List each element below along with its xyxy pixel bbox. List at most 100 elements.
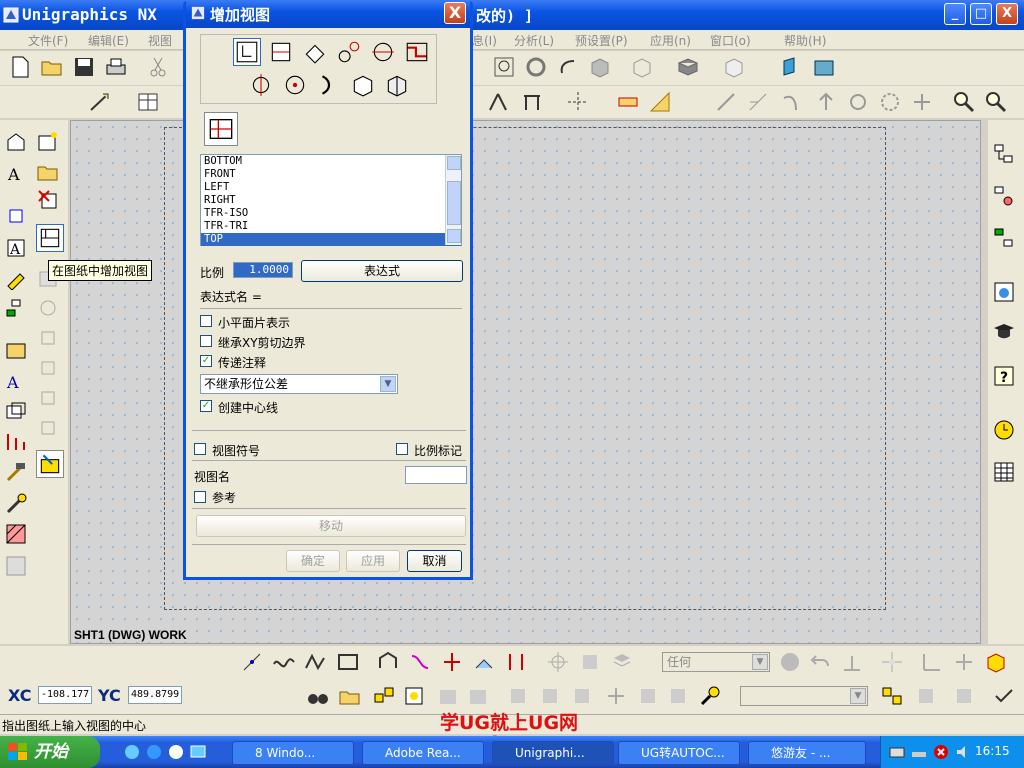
view-list-item[interactable]: TFR-ISO [201,207,461,220]
crosshair-icon[interactable] [546,650,570,674]
minimize-button[interactable]: _ [944,3,966,25]
print-icon[interactable] [104,55,128,79]
orthographic-view-tool[interactable] [267,38,295,66]
section-view-icon[interactable] [36,326,60,350]
view-list[interactable]: BOTTOM FRONT LEFT RIGHT TFR-ISO TFR-TRI … [200,154,462,246]
centerline-icon[interactable] [566,90,590,114]
move-layer-icon[interactable] [880,684,904,708]
delete-sheet-icon[interactable] [36,188,60,212]
plus-icon[interactable] [910,90,934,114]
wireframe-icon[interactable] [630,55,654,79]
gray-stack-icon[interactable] [610,650,634,674]
view-list-item-selected[interactable]: TOP [201,233,461,246]
part-navigator-icon[interactable] [992,184,1016,208]
unfolded-section-tool[interactable] [315,71,343,99]
menu-help[interactable]: 帮助(H) [784,32,826,49]
pan-icon[interactable] [556,55,580,79]
edit-text-icon[interactable]: A [4,236,28,260]
half-section-icon[interactable] [36,356,60,380]
create-centerline-checkbox[interactable]: ✓ [200,400,212,412]
folder-star-icon[interactable] [338,684,362,708]
angle-ruler-icon[interactable] [648,90,672,114]
hatch-icon[interactable] [4,522,28,546]
chevron-down-icon[interactable]: ▼ [850,688,866,704]
offset-curve-icon[interactable] [376,650,400,674]
gray-tool-icon[interactable] [578,650,602,674]
zoom-window-icon[interactable] [492,55,516,79]
move-button[interactable]: 移动 [196,515,466,537]
dimension-text-icon[interactable]: A [4,368,28,392]
view-name-input[interactable] [405,466,467,484]
stepped-section-tool[interactable] [403,38,431,66]
check-tool-icon[interactable] [992,684,1016,708]
gray-tool9-icon[interactable] [914,684,938,708]
split-curve-icon[interactable] [504,650,528,674]
cancel-button[interactable]: 取消 [407,550,462,572]
selection-filter-select[interactable]: 任何 ▼ [662,652,770,672]
view-layout-button[interactable] [204,112,238,146]
trim-curve-icon[interactable] [440,650,464,674]
keyboard-icon[interactable] [889,744,905,760]
view-list-item[interactable]: RIGHT [201,194,461,207]
pictorial-section-tool[interactable] [349,71,377,99]
task-unigraphics[interactable]: Unigraphi... [492,741,614,765]
facet-representation-checkbox[interactable] [200,315,212,327]
revolved-section-icon[interactable] [36,386,60,410]
reference-checkbox[interactable] [194,491,206,503]
new-sheet-icon[interactable] [36,130,60,154]
magnifier2-icon[interactable] [984,90,1008,114]
view-list-scrollbar[interactable] [445,155,461,245]
detail-view-icon[interactable] [36,296,60,320]
view-create-icon[interactable] [4,130,28,154]
section-tool-icon[interactable] [4,338,28,362]
menu-file[interactable]: 文件(F) [28,32,68,49]
gray-box2-icon[interactable] [466,684,490,708]
help-icon[interactable]: ? [992,364,1016,388]
point-line-icon[interactable] [240,650,264,674]
drafting-icon[interactable] [812,55,836,79]
filter-icon[interactable] [402,684,426,708]
solid-yellow-icon[interactable] [984,650,1008,674]
view-list-item[interactable]: TFR-TRI [201,220,461,233]
hammer-icon[interactable] [4,460,28,484]
hierarchy-icon[interactable] [4,296,28,320]
project-curve-icon[interactable] [472,650,496,674]
xc-input[interactable]: -108.177 [38,686,92,704]
rotate-icon[interactable] [524,55,548,79]
menu-info[interactable]: 息(I) [472,32,497,49]
roles-grid-icon[interactable] [992,460,1016,484]
gray-tool3-icon[interactable] [506,684,530,708]
ordinate-dim-icon[interactable] [4,430,28,454]
circle-dashed-icon[interactable] [878,90,902,114]
task-youyouyou[interactable]: 悠游友 - ... [748,741,866,765]
scroll-down-arrow-icon[interactable] [447,229,461,243]
wrench-icon[interactable] [4,492,28,516]
view-list-item[interactable]: BOTTOM [201,155,461,168]
arrow-up-icon[interactable] [814,90,838,114]
gray-tool10-icon[interactable] [952,684,976,708]
menu-view[interactable]: 视图 [148,32,172,49]
undo-icon[interactable] [808,650,832,674]
gdt-inherit-select[interactable]: 不继承形位公差 ▼ [200,374,398,394]
snap-icon[interactable] [840,650,864,674]
dialog-close-button[interactable]: X [444,2,466,24]
line2-icon[interactable] [746,90,770,114]
circle-icon[interactable] [846,90,870,114]
text-note-icon[interactable]: A [4,160,28,184]
menu-analysis[interactable]: 分析(L) [514,32,554,49]
gray-tool5-icon[interactable] [570,684,594,708]
bridge-curve-icon[interactable] [408,650,432,674]
import-view-tool[interactable] [233,38,261,66]
scroll-thumb[interactable] [447,181,461,225]
shaded-view-icon[interactable] [588,55,612,79]
start-button[interactable]: 开始 [0,736,100,768]
rectangle-icon[interactable] [336,650,360,674]
pictorial-half-section-tool[interactable] [383,71,411,99]
base-view-icon[interactable] [4,204,28,228]
view-list-item[interactable]: FRONT [201,168,461,181]
dimension-icon[interactable] [486,90,510,114]
task-adobe-reader[interactable]: Adobe Rea... [362,741,484,765]
box-icon[interactable] [722,55,746,79]
menu-application[interactable]: 应用(n) [650,32,691,49]
view-list-item[interactable]: LEFT [201,181,461,194]
